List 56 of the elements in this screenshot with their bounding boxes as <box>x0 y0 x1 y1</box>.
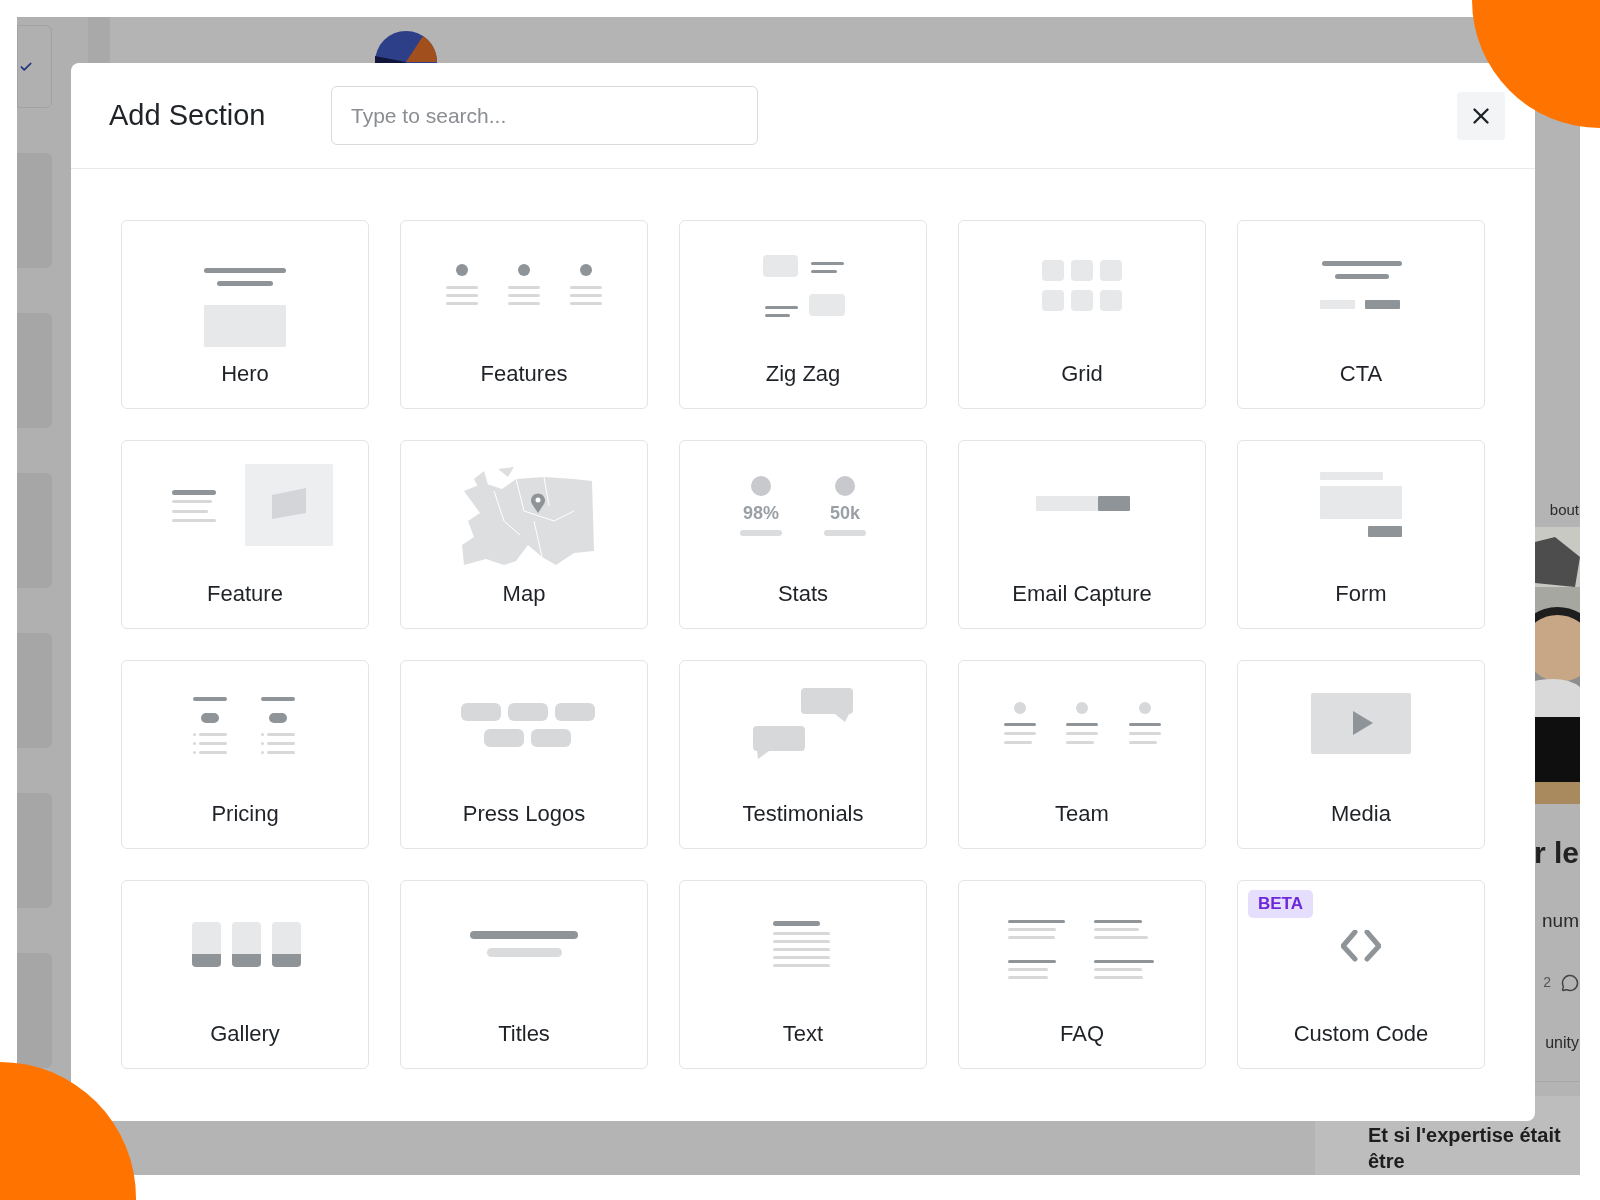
gallery-layout-icon <box>192 922 301 967</box>
section-card[interactable]: Map <box>400 440 648 629</box>
logo-row-icon <box>461 703 595 747</box>
section-card[interactable]: Form <box>1237 440 1485 629</box>
section-card[interactable]: Media <box>1237 660 1485 849</box>
pricing-layout-icon <box>191 697 295 754</box>
section-card[interactable]: Pricing <box>121 660 369 849</box>
grid-layout-icon <box>1042 260 1122 311</box>
section-card[interactable]: Testimonials <box>679 660 927 849</box>
promo-title-line: être <box>1368 1149 1406 1174</box>
section-card[interactable]: 98% 50k Stats <box>679 440 927 629</box>
section-card[interactable]: CTA <box>1237 220 1485 409</box>
map-icon <box>462 467 594 565</box>
section-card[interactable]: Titles <box>400 880 648 1069</box>
feature-layout-icon <box>172 464 333 546</box>
check-button[interactable] <box>17 25 52 108</box>
link-text[interactable]: bout <box>1549 501 1579 519</box>
bar-icon <box>740 530 782 536</box>
zigzag-layout-icon <box>763 255 845 317</box>
promo-title-line: Et si l'expertise était <box>1368 1123 1562 1148</box>
close-button[interactable] <box>1457 91 1505 140</box>
section-card[interactable]: Gallery <box>121 880 369 1069</box>
form-layout-icon <box>1320 472 1402 537</box>
section-card[interactable]: Team <box>958 660 1206 849</box>
faq-layout-icon <box>1008 920 1154 979</box>
section-card[interactable]: Press Logos <box>400 660 648 849</box>
section-card[interactable]: FAQ <box>958 880 1206 1069</box>
bar-icon <box>824 530 866 536</box>
text-lines-icon <box>773 921 830 967</box>
section-card[interactable]: Feature <box>121 440 369 629</box>
section-card[interactable]: Text <box>679 880 927 1069</box>
article-heading: r le <box>1533 836 1579 870</box>
section-card[interactable]: Zig Zag <box>679 220 927 409</box>
section-card[interactable]: Features <box>400 220 648 409</box>
section-card[interactable]: BETA Custom Code <box>1237 880 1485 1069</box>
dialog-title: Add Section <box>109 97 267 133</box>
cta-layout-icon <box>1320 261 1402 309</box>
stat-value: 98% <box>743 502 779 524</box>
team-layout-icon <box>1004 702 1161 744</box>
speech-bubble-icon <box>753 688 853 759</box>
footer-text: unity <box>1545 1033 1579 1053</box>
section-card[interactable]: Hero <box>121 220 369 409</box>
stat-value: 50k <box>829 502 860 524</box>
section-card[interactable]: Email Capture <box>958 440 1206 629</box>
comment-icon <box>1561 973 1579 992</box>
hero-layout-icon <box>204 268 286 347</box>
beta-badge: BETA <box>1248 890 1313 918</box>
search-field[interactable]: Type to search... <box>331 86 758 145</box>
code-brackets-icon <box>1341 930 1381 962</box>
title-lines-icon <box>470 931 578 957</box>
section-card[interactable]: Grid <box>958 220 1206 409</box>
play-video-icon <box>1311 693 1411 754</box>
email-field-icon <box>1036 496 1130 511</box>
features-layout-icon <box>446 264 602 305</box>
comment-count: 2 <box>1543 973 1551 992</box>
article-excerpt: num <box>1542 910 1579 932</box>
